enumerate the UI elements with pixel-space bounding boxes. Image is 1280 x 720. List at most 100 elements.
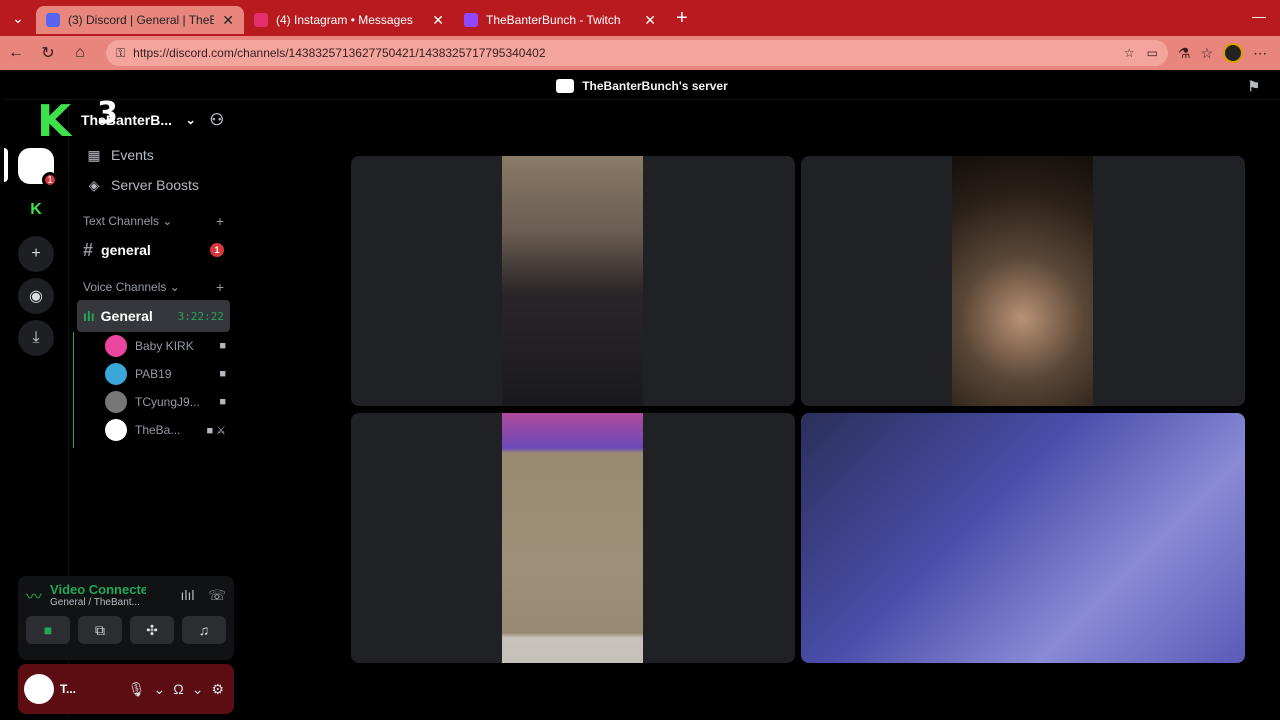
unread-badge: 1 (210, 243, 224, 257)
call-timer: 3:22:22 (177, 309, 224, 323)
server-header[interactable]: K3 TheBanterB... ⌄ ⚇ (37, 96, 238, 147)
avatar (105, 419, 127, 441)
reload-icon[interactable]: ↻ (32, 36, 64, 70)
video-feed (801, 413, 1245, 663)
boosts-label: Server Boosts (111, 177, 199, 193)
events-label: Events (111, 147, 154, 163)
tab-twitch[interactable]: TheBanterBunch - Twitch ✕ (454, 6, 666, 34)
selected-pill (4, 148, 8, 182)
voice-activity-icon: ılı (83, 308, 95, 324)
settings-gear-icon[interactable]: ⚙ (211, 681, 224, 698)
voice-channel-name: General (100, 308, 153, 324)
server-title: TheBanterBunch's server (582, 78, 728, 93)
avatar[interactable] (24, 674, 54, 704)
avatar (105, 363, 127, 385)
camera-icon: ■ ⚔ (206, 424, 226, 437)
discord-app: TheBanterBunch's server ⚑ 1 K + ◉ ⤓ K3 T… (4, 72, 1280, 718)
create-text-channel-icon[interactable]: + (216, 213, 224, 229)
sidebar-item-boosts[interactable]: ◈ Server Boosts (69, 170, 238, 200)
tab-label: TheBanterBunch - Twitch (486, 13, 621, 27)
video-tile[interactable] (801, 413, 1245, 663)
microphone-icon[interactable]: 🎙 (128, 681, 146, 698)
calendar-icon: ▦ (87, 146, 101, 163)
noise-suppression-icon[interactable]: ılıl (180, 587, 194, 604)
back-icon[interactable]: ← (0, 36, 32, 70)
extensions-icon[interactable]: ⚗ (1178, 45, 1191, 62)
close-tab-icon[interactable]: ✕ (432, 12, 444, 29)
kick-overlay-logo: K3 (37, 96, 118, 147)
more-menu-icon[interactable]: ⋯ (1253, 45, 1267, 62)
site-info-icon[interactable]: ⚿ (116, 46, 125, 61)
camera-icon: ■ (219, 340, 226, 352)
text-channel-name: general (101, 242, 151, 258)
chevron-down-icon[interactable]: ⌄ (192, 681, 204, 698)
activities-button[interactable]: ✣ (130, 616, 174, 644)
kick-server-icon[interactable]: K (18, 192, 54, 228)
voice-user[interactable]: TheBa... ■ ⚔ (69, 416, 238, 444)
camera-icon: ■ (219, 368, 226, 380)
tab-label: (3) Discord | General | TheBan (68, 13, 215, 27)
new-tab-icon[interactable]: + (676, 7, 688, 30)
voice-status[interactable]: Video Connected (50, 582, 146, 597)
connection-signal-icon[interactable]: 〰 (26, 583, 42, 607)
screen-share-button[interactable]: ⧉ (78, 616, 122, 644)
text-category-label: Text Channels (83, 214, 160, 228)
address-bar: ← ↻ ⌂ ⚿ https://discord.com/channels/143… (0, 36, 1280, 70)
voice-category[interactable]: Voice Channels ⌄ + (69, 274, 238, 300)
voice-user-name: TheBa... (135, 423, 181, 437)
server-icon (556, 78, 575, 93)
server-mention-badge: 1 (42, 172, 58, 188)
download-icon[interactable]: ⤓ (18, 320, 54, 356)
video-tile[interactable] (801, 156, 1245, 406)
favorites-icon[interactable]: ☆ (1201, 45, 1214, 62)
discord-favicon-icon (46, 13, 60, 27)
voice-connection-panel: 〰 Video Connected General / TheBant... ı… (18, 576, 234, 660)
voice-user[interactable]: PAB19 ■ (69, 360, 238, 388)
voice-user-name: TCyungJ9... (135, 395, 200, 409)
minimize-icon[interactable]: — (1252, 8, 1266, 24)
voice-user[interactable]: Baby KIRK ■ (69, 332, 238, 360)
favorite-star-icon[interactable]: ☆ (1124, 46, 1135, 60)
voice-category-label: Voice Channels (83, 280, 167, 294)
voice-user[interactable]: TCyungJ9... ■ (69, 388, 238, 416)
channel-general-text[interactable]: # general 1 (77, 234, 230, 266)
voice-user-name: PAB19 (135, 367, 172, 381)
discover-icon[interactable]: ◉ (18, 278, 54, 314)
create-voice-channel-icon[interactable]: + (216, 279, 224, 295)
avatar (105, 335, 127, 357)
voice-user-name: Baby KIRK (135, 339, 194, 353)
browser-tab-strip: ⌄ (3) Discord | General | TheBan ✕ (4) I… (0, 0, 1280, 36)
server-icon-banterbunch[interactable]: 1 (18, 148, 58, 188)
soundboard-button[interactable]: ♫ (182, 616, 226, 644)
profile-avatar[interactable] (1223, 43, 1244, 63)
tab-list-icon[interactable]: ⌄ (0, 0, 36, 36)
inbox-flag-icon[interactable]: ⚑ (1247, 78, 1260, 95)
instagram-favicon-icon (254, 13, 268, 27)
user-panel: T... 🎙 ⌄ Ω ⌄ ⚙ (18, 664, 234, 714)
invite-icon[interactable]: ⚇ (210, 110, 224, 130)
home-icon[interactable]: ⌂ (64, 36, 96, 70)
camera-icon[interactable]: ▭ (1147, 46, 1158, 60)
chevron-down-icon[interactable]: ⌄ (154, 681, 166, 698)
headphones-icon[interactable]: Ω (173, 681, 183, 697)
text-category[interactable]: Text Channels ⌄ + (69, 208, 238, 234)
video-tile[interactable] (351, 156, 795, 406)
voice-sub[interactable]: General / TheBant... (50, 597, 146, 608)
url-text: https://discord.com/channels/14383257136… (133, 46, 546, 60)
tab-instagram[interactable]: (4) Instagram • Messages ✕ (244, 6, 454, 34)
sidebar-item-events[interactable]: ▦ Events (69, 140, 238, 170)
chevron-down-icon[interactable]: ⌄ (186, 113, 196, 127)
close-tab-icon[interactable]: ✕ (222, 12, 234, 29)
add-server-icon[interactable]: + (18, 236, 54, 272)
video-feed (502, 413, 643, 663)
boost-icon: ◈ (88, 176, 100, 193)
tab-discord[interactable]: (3) Discord | General | TheBan ✕ (36, 6, 244, 34)
channel-general-voice[interactable]: ılı General 3:22:22 (77, 300, 230, 332)
close-tab-icon[interactable]: ✕ (644, 12, 656, 29)
url-field[interactable]: ⚿ https://discord.com/channels/143832571… (106, 40, 1168, 66)
hash-icon: # (83, 239, 94, 260)
username[interactable]: T... (60, 682, 90, 696)
disconnect-icon[interactable]: ☏ (208, 587, 226, 604)
camera-button[interactable]: ■ (26, 616, 70, 644)
video-tile[interactable] (351, 413, 795, 663)
